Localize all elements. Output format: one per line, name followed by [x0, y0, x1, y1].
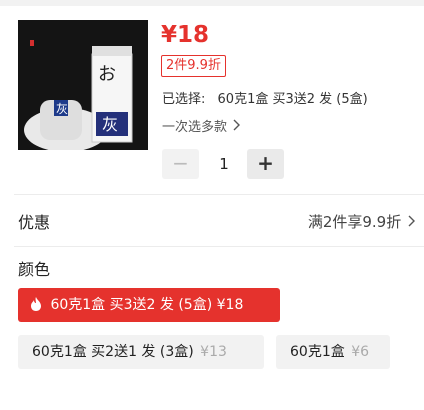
chevron-right-icon	[233, 119, 241, 135]
svg-text:灰: 灰	[56, 102, 68, 116]
divider	[14, 246, 424, 247]
svg-text:灰: 灰	[102, 115, 118, 134]
quantity-stepper: − 1 +	[162, 149, 284, 179]
top-separator	[0, 0, 424, 6]
selected-spec-value: 60克1盒 买3送2 发 (5盒)	[217, 92, 368, 107]
increase-quantity-button[interactable]: +	[247, 149, 284, 179]
product-price: ¥18	[161, 22, 210, 48]
discount-text: 满2件享9.9折	[307, 213, 402, 231]
color-option-selected[interactable]: 60克1盒 买3送2 发 (5盒) ¥18	[18, 288, 280, 322]
option-label: 60克1盒	[290, 344, 345, 360]
color-option[interactable]: 60克1盒 买2送1 发 (3盒) ¥13	[18, 335, 264, 369]
decrease-quantity-button[interactable]: −	[162, 149, 199, 179]
option-label: 60克1盒 买3送2 发 (5盒)	[50, 297, 213, 313]
discount-label: 优惠	[18, 213, 51, 232]
color-section-label: 颜色	[18, 260, 51, 279]
selected-spec[interactable]: 已选择: 60克1盒 买3送2 发 (5盒)	[162, 88, 368, 107]
multi-select-label: 一次选多款	[162, 120, 228, 135]
option-price: ¥13	[200, 344, 227, 360]
option-price: ¥18	[216, 297, 244, 313]
multi-select-link[interactable]: 一次选多款	[162, 116, 241, 135]
fire-icon	[30, 290, 42, 311]
selected-spec-label: 已选择:	[162, 92, 206, 107]
divider	[14, 194, 424, 195]
promo-badge: 2件9.9折	[161, 55, 226, 77]
product-image-graphic: 灰 お 灰	[18, 20, 148, 150]
option-price: ¥6	[351, 344, 370, 360]
product-image[interactable]: 灰 お 灰	[18, 20, 148, 150]
discount-row[interactable]: 满2件享9.9折	[308, 211, 416, 232]
option-label: 60克1盒 买2送1 发 (3盒)	[32, 344, 194, 360]
chevron-right-icon	[408, 213, 416, 231]
svg-text:お: お	[98, 64, 116, 85]
quantity-value[interactable]: 1	[210, 149, 238, 179]
color-option[interactable]: 60克1盒 ¥6	[276, 335, 390, 369]
